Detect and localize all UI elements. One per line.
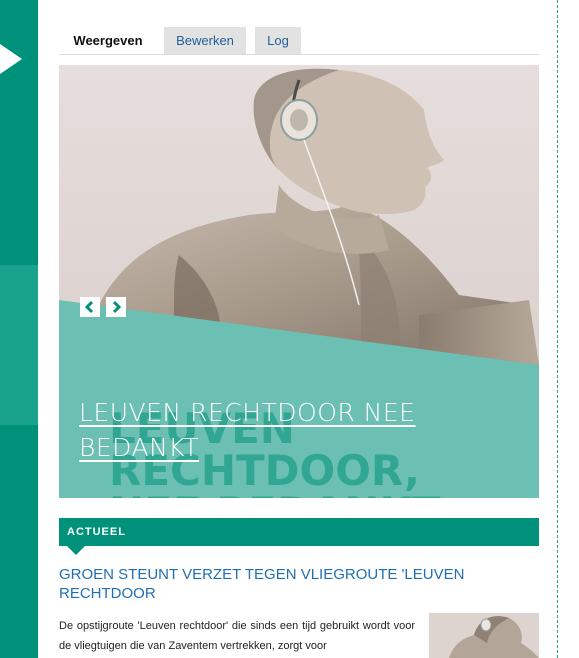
section-label: ACTUEEL: [67, 526, 126, 538]
image-text-line-3: NEE BEDANKT: [109, 488, 441, 498]
tab-bewerken[interactable]: Bewerken: [164, 27, 246, 54]
chevron-right-icon: [112, 300, 122, 314]
news-item-excerpt: De opstijgroute 'Leuven rechtdoor' die s…: [59, 620, 415, 652]
sidebar-highlight-band: [0, 265, 38, 425]
triangle-right-icon: [0, 44, 22, 74]
left-sidebar: [0, 0, 38, 658]
slider-next-button[interactable]: [106, 297, 126, 317]
dashed-guide-line: [557, 0, 558, 658]
tab-weergeven[interactable]: Weergeven: [61, 27, 155, 54]
news-item-thumbnail[interactable]: [429, 613, 539, 658]
hero-title-link[interactable]: LEUVEN RECHTDOOR NEE BEDANKT: [79, 395, 519, 465]
tab-log[interactable]: Log: [255, 27, 301, 54]
news-item-title-link[interactable]: GROEN STEUNT VERZET TEGEN VLIEGROUTE 'LE…: [59, 565, 539, 603]
hero-slider: LEUVEN RECHTDOOR, NEE BEDANKT LEUVEN REC…: [59, 65, 539, 498]
statue-thumbnail-image: [429, 613, 539, 658]
sidebar-toggle-button[interactable]: [0, 40, 22, 78]
actueel-section-header: ACTUEEL: [59, 518, 539, 555]
chevron-left-icon: [84, 300, 94, 314]
tab-bar: Weergeven Bewerken Log: [59, 27, 539, 55]
slider-prev-button[interactable]: [80, 297, 100, 317]
section-pointer-arrow: [67, 546, 85, 555]
